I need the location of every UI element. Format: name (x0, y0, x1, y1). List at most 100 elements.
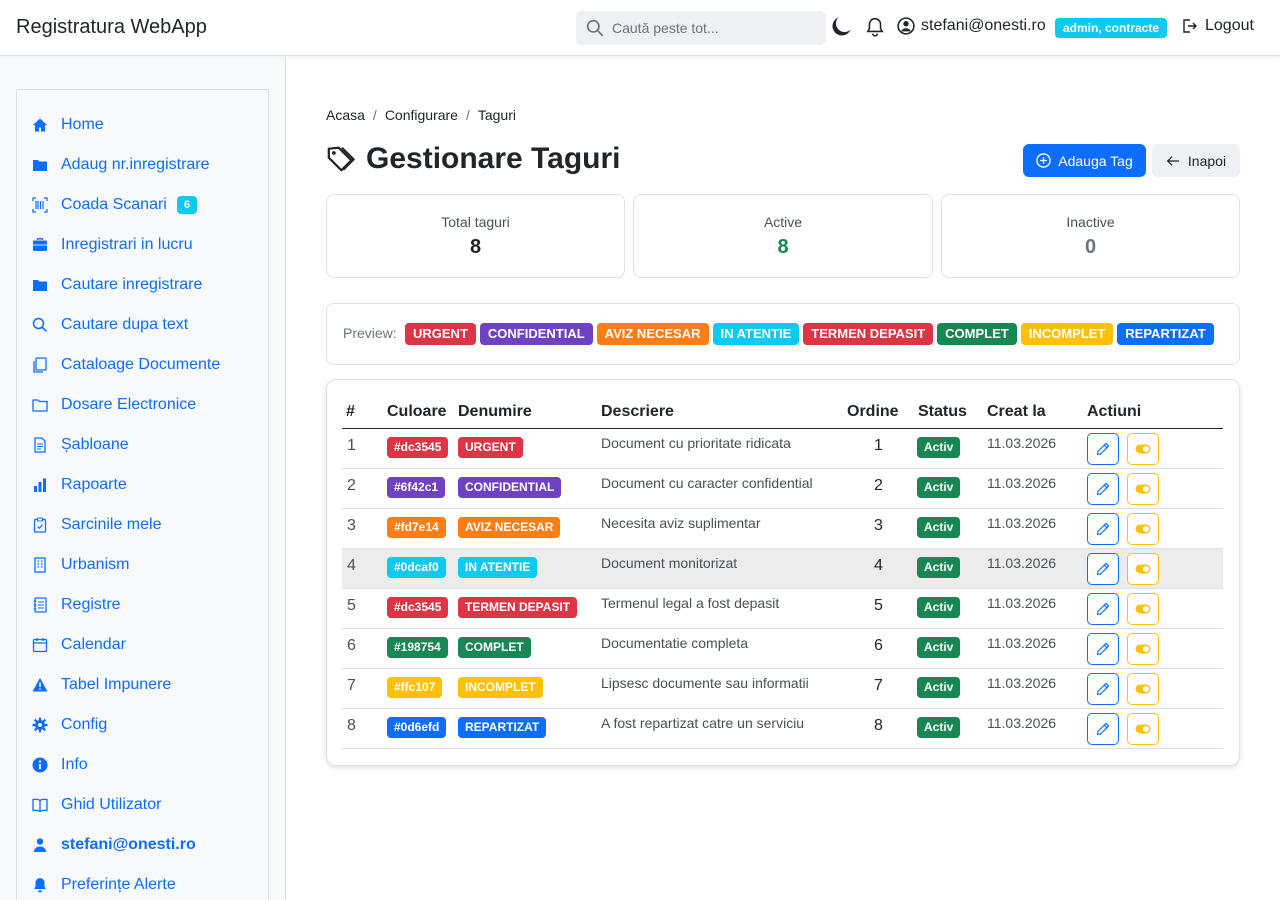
created-date-cell: 11.03.2026 (987, 675, 1057, 691)
toggle-status-button[interactable] (1127, 433, 1159, 465)
app-brand[interactable]: Registratura WebApp (16, 16, 207, 39)
sidebar-item-label: Ghid Utilizator (61, 796, 162, 813)
actions-cell (1087, 433, 1159, 465)
description-cell: Document cu caracter confidential (601, 475, 813, 491)
toggle-status-button[interactable] (1127, 713, 1159, 745)
sidebar-item-home[interactable]: Home (32, 114, 104, 136)
sidebar-item-config[interactable]: Config (32, 714, 107, 736)
preview-tag: TERMEN DEPASIT (803, 323, 934, 345)
breadcrumb: Acasa / Configurare / Taguri (326, 107, 516, 123)
user-menu[interactable]: stefani@onesti.ro (897, 17, 1046, 35)
global-search[interactable] (576, 11, 826, 45)
page-header: Gestionare Taguri (326, 142, 621, 176)
toggle-on-icon (1135, 524, 1151, 534)
sidebar-item-label: Urbanism (61, 556, 130, 573)
sidebar-item-inregistrari-lucru[interactable]: Inregistrari in lucru (32, 234, 193, 256)
created-date-cell: 11.03.2026 (987, 715, 1057, 731)
sidebar-item-cautare-inregistrare[interactable]: Cautare inregistrare (32, 274, 202, 296)
search-input[interactable] (612, 11, 817, 45)
tag-name-badge: COMPLET (458, 637, 531, 658)
description-cell: Lipsesc documente sau informatii (601, 675, 809, 691)
sidebar-item-preferinte[interactable]: Preferințe Alerte (32, 874, 176, 896)
row-number: 7 (347, 677, 356, 694)
edit-button[interactable] (1087, 673, 1119, 705)
edit-button[interactable] (1087, 433, 1119, 465)
toggle-status-button[interactable] (1127, 513, 1159, 545)
sidebar-item-urbanism[interactable]: Urbanism (32, 554, 129, 576)
sidebar-item-calendar[interactable]: Calendar (32, 634, 126, 656)
sidebar-item-label: stefani@onesti.ro (61, 836, 196, 853)
toggle-status-button[interactable] (1127, 553, 1159, 585)
sidebar-item-ghid[interactable]: Ghid Utilizator (32, 794, 161, 816)
name-cell: INCOMPLET (458, 677, 543, 698)
order-cell: 8 (874, 717, 883, 734)
actions-cell (1087, 473, 1159, 505)
sidebar-item-tabel-impunere[interactable]: Tabel Impunere (32, 674, 171, 696)
scan-count-badge: 6 (176, 196, 197, 214)
sidebar-item-registre[interactable]: Registre (32, 594, 121, 616)
actions-cell (1087, 593, 1159, 625)
color-cell: #ffc107 (387, 677, 443, 698)
add-tag-label: Adauga Tag (1058, 152, 1133, 169)
toggle-status-button[interactable] (1127, 633, 1159, 665)
toggle-status-button[interactable] (1127, 473, 1159, 505)
description-cell: A fost repartizat catre un serviciu (601, 715, 805, 731)
notifications-button[interactable] (864, 16, 886, 38)
logout-button[interactable]: Logout (1181, 17, 1254, 35)
toggle-status-button[interactable] (1127, 673, 1159, 705)
breadcrumb-configurare[interactable]: Configurare (385, 107, 458, 123)
breadcrumb-acasa[interactable]: Acasa (326, 107, 365, 123)
sidebar-item-label: Șabloane (61, 436, 129, 453)
sidebar-item-coada-scanari[interactable]: Coada Scanari 6 (32, 194, 197, 216)
pencil-icon (1096, 562, 1110, 576)
order-cell: 6 (874, 637, 883, 654)
sidebar-item-label: Adaug nr.inregistrare (61, 156, 210, 173)
sidebar-item-label: Cataloage Documente (61, 356, 221, 373)
sidebar-item-cautare-text[interactable]: Cautare dupa text (32, 314, 188, 336)
sidebar-item-sarcini[interactable]: Sarcinile mele (32, 514, 161, 536)
sidebar-item-rapoarte[interactable]: Rapoarte (32, 474, 127, 496)
add-tag-button[interactable]: Adauga Tag (1023, 144, 1146, 177)
sidebar-item-cataloage[interactable]: Cataloage Documente (32, 354, 220, 376)
sidebar-item-dosare[interactable]: Dosare Electronice (32, 394, 196, 416)
tag-name-badge: AVIZ NECESAR (458, 517, 561, 538)
edit-button[interactable] (1087, 593, 1119, 625)
stat-label: Total taguri (441, 214, 510, 230)
tag-name-badge: REPARTIZAT (458, 717, 547, 738)
plus-circle-icon (1036, 153, 1051, 168)
sidebar-item-label: Sarcinile mele (61, 516, 162, 533)
stat-value: 8 (777, 236, 789, 258)
back-button[interactable]: Inapoi (1152, 144, 1240, 177)
sidebar-item-sabloane[interactable]: Șabloane (32, 434, 129, 456)
actions-cell (1087, 513, 1159, 545)
toggle-status-button[interactable] (1127, 593, 1159, 625)
color-cell: #dc3545 (387, 597, 449, 618)
tag-name-badge: TERMEN DEPASIT (458, 597, 578, 618)
dark-mode-toggle[interactable] (830, 16, 852, 38)
sidebar-item-label: Cautare dupa text (61, 316, 189, 333)
column-header: Descriere (601, 403, 674, 420)
pencil-icon (1096, 682, 1110, 696)
sidebar-item-adaug[interactable]: Adaug nr.inregistrare (32, 154, 210, 176)
toggle-on-icon (1135, 684, 1151, 694)
stat-card-active: Active 8 (633, 194, 933, 278)
name-cell: COMPLET (458, 637, 531, 658)
sidebar-item-info[interactable]: Info (32, 754, 88, 776)
status-badge: Activ (917, 677, 961, 698)
moon-icon (832, 17, 851, 36)
edit-button[interactable] (1087, 473, 1119, 505)
search-icon (32, 317, 48, 333)
status-cell: Activ (917, 437, 961, 458)
document-icon (32, 437, 48, 453)
tags-icon (327, 146, 356, 172)
row-number: 6 (347, 637, 356, 654)
row-number: 3 (347, 517, 356, 534)
status-cell: Activ (917, 717, 961, 738)
edit-button[interactable] (1087, 553, 1119, 585)
edit-button[interactable] (1087, 633, 1119, 665)
edit-button[interactable] (1087, 713, 1119, 745)
color-code-badge: #ffc107 (387, 677, 443, 698)
sidebar-item-user[interactable]: stefani@onesti.ro (32, 834, 196, 856)
bell-icon (32, 877, 48, 893)
edit-button[interactable] (1087, 513, 1119, 545)
